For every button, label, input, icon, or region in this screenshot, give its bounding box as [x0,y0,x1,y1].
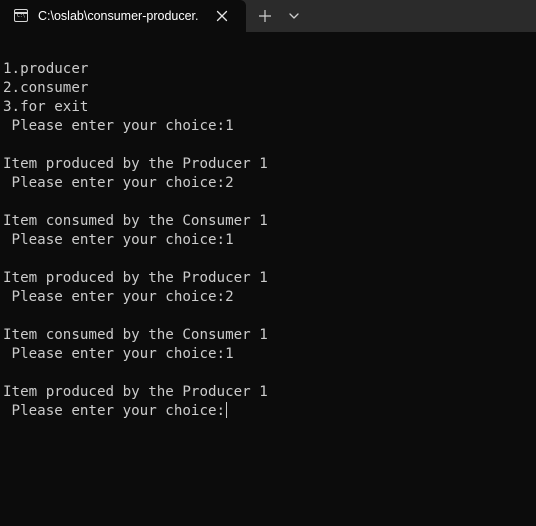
console-line: Please enter your choice:1 [3,232,234,248]
console-line: Please enter your choice:1 [3,346,234,362]
console-line: Item produced by the Producer 1 [3,384,268,400]
console-line: Please enter your choice:1 [3,118,234,134]
console-output[interactable]: 1.producer 2.consumer 3.for exit Please en… [3,60,533,520]
console-line: Please enter your choice:2 [3,175,234,191]
terminal-icon-label: C:\ [17,13,26,19]
tab-title: C:\oslab\consumer-producer. [38,9,199,23]
plus-icon[interactable] [255,6,275,26]
console-line: Item produced by the Producer 1 [3,156,268,172]
tab-active[interactable]: C:\ C:\oslab\consumer-producer. [0,0,246,32]
console-prompt-line[interactable]: Please enter your choice: [3,402,533,421]
console-line: 3.for exit [3,99,89,115]
console-line: Please enter your choice:2 [3,289,234,305]
console-line: Item consumed by the Consumer 1 [3,327,268,343]
terminal-window: C:\ C:\oslab\consumer-producer. 1.produc… [0,0,536,526]
console-line: Item consumed by the Consumer 1 [3,213,268,229]
terminal-icon: C:\ [14,9,28,22]
text-cursor [226,402,228,418]
console-prompt: Please enter your choice: [3,403,226,419]
chevron-down-icon[interactable] [284,6,304,26]
console-line: Item produced by the Producer 1 [3,270,268,286]
tab-bar: C:\ C:\oslab\consumer-producer. [0,0,536,32]
console-line: 2.consumer [3,80,89,96]
close-icon[interactable] [214,8,230,24]
console-line: 1.producer [3,61,89,77]
